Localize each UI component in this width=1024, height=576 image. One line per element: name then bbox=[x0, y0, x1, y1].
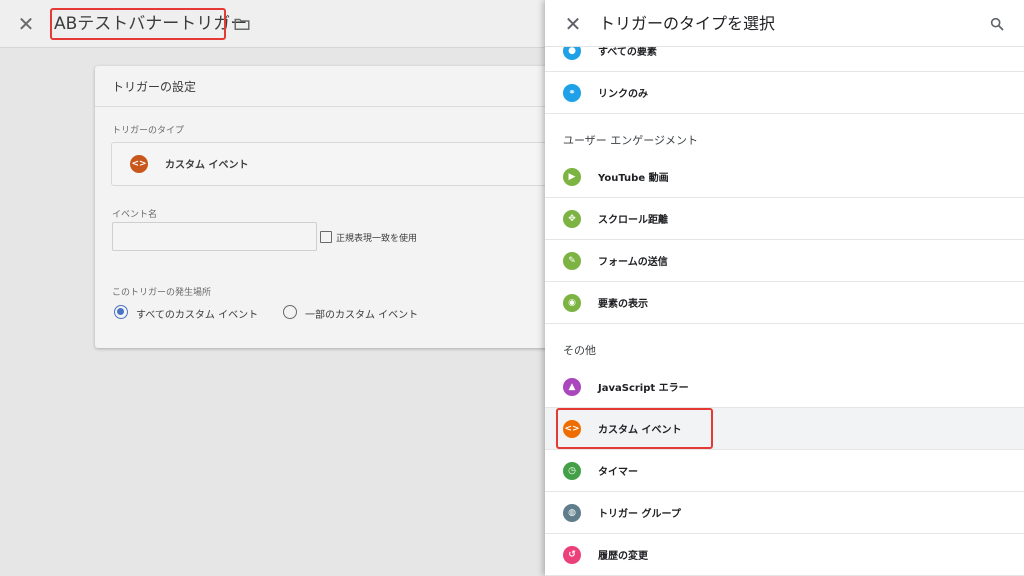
radio-some-custom-events[interactable] bbox=[283, 305, 297, 319]
trigger-type-value: カスタム イベント bbox=[165, 160, 249, 171]
panel-title: トリガーのタイプを選択 bbox=[599, 14, 776, 33]
panel-header: ✕ トリガーのタイプを選択 bbox=[545, 0, 1024, 47]
card-title: トリガーの設定 bbox=[112, 80, 197, 94]
play-icon: ▶ bbox=[563, 168, 581, 186]
section-title-engagement: ユーザー エンゲージメント bbox=[563, 134, 699, 147]
code-icon: <> bbox=[130, 155, 148, 173]
warning-icon: ▲ bbox=[563, 378, 581, 396]
list-item-timer[interactable]: ◷ タイマー bbox=[545, 450, 1024, 492]
list-item-form-submit[interactable]: ✎ フォームの送信 bbox=[545, 240, 1024, 282]
occurrence-label: このトリガーの発生場所 bbox=[112, 288, 212, 298]
highlight-annotation bbox=[556, 408, 713, 449]
eye-icon: ◉ bbox=[563, 294, 581, 312]
event-name-input[interactable] bbox=[112, 222, 317, 251]
trigger-type-panel: ✕ トリガーのタイプを選択 ● すべての要素 ⚭ リンクのみ ユーザー エンゲー… bbox=[545, 0, 1024, 576]
group-icon: ◍ bbox=[563, 504, 581, 522]
list-item-label: JavaScript エラー bbox=[598, 383, 689, 394]
radio-all-custom-events[interactable] bbox=[114, 305, 128, 319]
list-item-label: 履歴の変更 bbox=[598, 551, 648, 562]
scroll-icon: ✥ bbox=[563, 210, 581, 228]
regex-label: 正規表現一致を使用 bbox=[336, 234, 418, 244]
list-item-js-error[interactable]: ▲ JavaScript エラー bbox=[545, 366, 1024, 408]
list-item-youtube[interactable]: ▶ YouTube 動画 bbox=[545, 156, 1024, 198]
trigger-settings-card: トリガーの設定 トリガーのタイプ <> カスタム イベント イベント名 正規表現… bbox=[95, 66, 555, 348]
divider bbox=[95, 106, 555, 107]
regex-checkbox[interactable] bbox=[320, 231, 332, 243]
trigger-type-selector[interactable]: <> カスタム イベント bbox=[111, 142, 555, 186]
history-icon: ↺ bbox=[563, 546, 581, 564]
list-item-element-visibility[interactable]: ◉ 要素の表示 bbox=[545, 282, 1024, 324]
list-item-label: スクロール距離 bbox=[598, 215, 668, 226]
list-item-label: トリガー グループ bbox=[598, 509, 681, 520]
radio-all-label: すべてのカスタム イベント bbox=[136, 310, 259, 321]
list-item-link-only[interactable]: ⚭ リンクのみ bbox=[545, 72, 1024, 114]
list-item-label: フォームの送信 bbox=[598, 257, 668, 268]
list-item-label: 要素の表示 bbox=[598, 299, 648, 310]
highlight-annotation bbox=[50, 8, 226, 40]
trigger-type-label: トリガーのタイプ bbox=[112, 126, 185, 136]
timer-icon: ◷ bbox=[563, 462, 581, 480]
list-item-trigger-group[interactable]: ◍ トリガー グループ bbox=[545, 492, 1024, 534]
list-item-label: リンクのみ bbox=[598, 89, 648, 100]
search-icon[interactable] bbox=[989, 16, 1005, 32]
folder-icon[interactable] bbox=[233, 14, 251, 34]
close-icon[interactable]: ✕ bbox=[561, 12, 585, 36]
list-item-label: YouTube 動画 bbox=[598, 173, 669, 184]
close-icon[interactable]: ✕ bbox=[14, 12, 38, 36]
link-icon: ⚭ bbox=[563, 84, 581, 102]
radio-some-label: 一部のカスタム イベント bbox=[305, 310, 419, 321]
section-title-other: その他 bbox=[563, 344, 596, 357]
list-item-history-change[interactable]: ↺ 履歴の変更 bbox=[545, 534, 1024, 576]
form-icon: ✎ bbox=[563, 252, 581, 270]
event-name-label: イベント名 bbox=[112, 210, 158, 220]
list-item-scroll-depth[interactable]: ✥ スクロール距離 bbox=[545, 198, 1024, 240]
list-item-label: タイマー bbox=[598, 467, 638, 478]
